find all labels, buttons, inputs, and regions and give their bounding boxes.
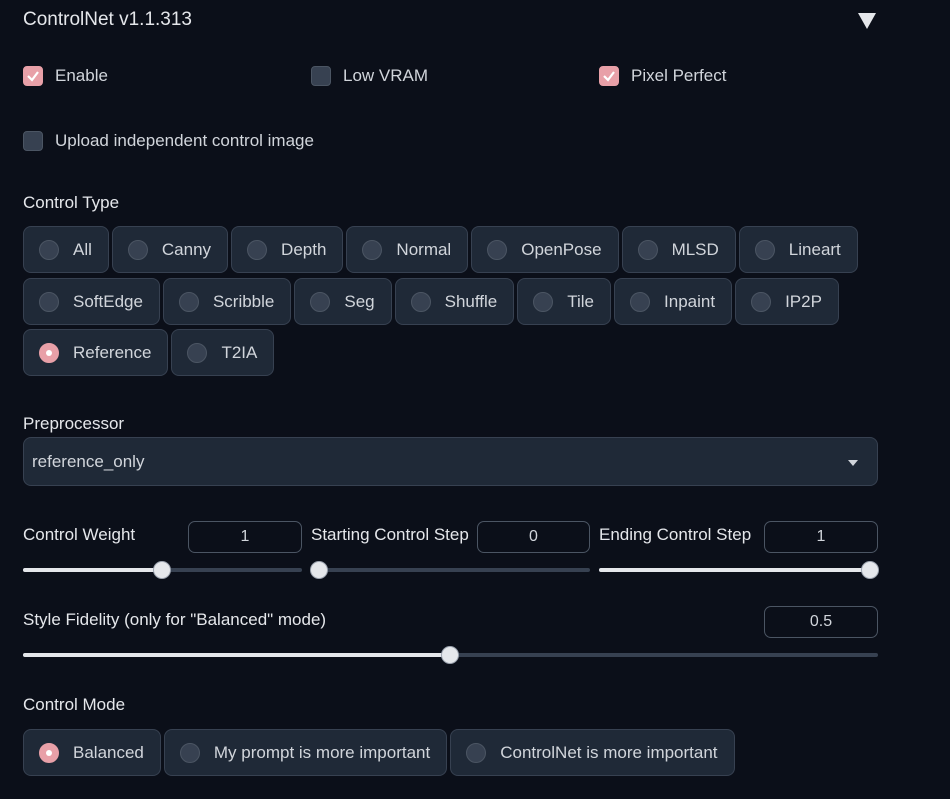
low-vram-checkbox[interactable]	[311, 66, 331, 86]
radio-icon	[362, 239, 383, 260]
radio-icon	[178, 291, 199, 312]
radio-icon	[39, 239, 59, 260]
radio-icon	[637, 239, 658, 260]
chevron-down-icon	[848, 460, 858, 466]
slider-fill	[23, 568, 162, 572]
control-type-option[interactable]: Lineart	[738, 226, 858, 273]
radio-icon	[179, 742, 200, 763]
radio-selected-icon	[39, 342, 59, 363]
radio-icon	[487, 239, 508, 260]
low-vram-label: Low VRAM	[343, 66, 429, 85]
radio-icon	[247, 239, 268, 260]
style-fidelity-input[interactable]: 0.5	[764, 606, 878, 638]
control-mode-option-selected[interactable]: Balanced	[23, 729, 161, 776]
radio-icon	[466, 742, 487, 763]
preprocessor-label: Preprocessor	[23, 414, 125, 433]
starting-step-label: Starting Control Step	[311, 525, 469, 544]
starting-step-slider[interactable]	[310, 561, 590, 579]
preprocessor-value: reference_only	[32, 451, 145, 471]
control-type-option[interactable]: Tile	[517, 278, 612, 325]
slider-thumb[interactable]	[861, 561, 879, 579]
control-weight-slider[interactable]	[23, 561, 302, 579]
pixel-perfect-label: Pixel Perfect	[631, 66, 727, 85]
style-fidelity-label: Style Fidelity (only for "Balanced" mode…	[23, 610, 327, 629]
control-type-row-3: Reference T2IA	[23, 329, 275, 376]
control-type-option[interactable]: Inpaint	[614, 278, 733, 325]
control-type-option[interactable]: OpenPose	[471, 226, 619, 273]
radio-icon	[187, 342, 208, 363]
radio-icon	[751, 291, 772, 312]
control-type-option[interactable]: Depth	[231, 226, 344, 273]
enable-label: Enable	[55, 66, 108, 85]
style-fidelity-slider[interactable]	[23, 646, 878, 664]
control-type-option[interactable]: Seg	[294, 278, 392, 325]
radio-icon	[533, 291, 554, 312]
radio-icon	[410, 291, 431, 312]
control-weight-input[interactable]: 1	[188, 521, 302, 553]
control-mode-label: Control Mode	[23, 695, 126, 714]
upload-independent-label: Upload independent control image	[55, 131, 314, 150]
triangle-down-icon[interactable]	[857, 12, 877, 30]
starting-step-input[interactable]: 0	[477, 521, 590, 553]
control-type-option[interactable]: T2IA	[171, 329, 275, 376]
radio-icon	[127, 239, 148, 260]
controlnet-panel: ControlNet v1.1.313 Enable Low VRAM Pixe…	[0, 0, 950, 799]
enable-checkbox-row[interactable]: Enable	[23, 64, 108, 88]
slider-fill	[599, 568, 870, 572]
preprocessor-dropdown[interactable]: reference_only	[23, 437, 878, 486]
panel-title[interactable]: ControlNet v1.1.313	[23, 9, 192, 31]
radio-icon	[754, 239, 775, 260]
pixel-perfect-checkbox-row[interactable]: Pixel Perfect	[599, 64, 726, 88]
radio-icon	[630, 291, 651, 312]
upload-independent-checkbox[interactable]	[23, 131, 43, 151]
ending-step-input[interactable]: 1	[764, 521, 878, 553]
control-mode-option[interactable]: ControlNet is more important	[450, 729, 735, 776]
radio-selected-icon	[39, 742, 59, 763]
control-type-option[interactable]: Canny	[111, 226, 229, 273]
radio-icon	[310, 291, 331, 312]
checkmark-icon	[27, 71, 39, 82]
control-type-option[interactable]: Normal	[346, 226, 469, 273]
control-type-option[interactable]: MLSD	[621, 226, 736, 273]
low-vram-checkbox-row[interactable]: Low VRAM	[311, 64, 428, 88]
control-type-option[interactable]: Scribble	[162, 278, 292, 325]
control-type-option[interactable]: Shuffle	[394, 278, 515, 325]
control-type-option[interactable]: IP2P	[735, 278, 839, 325]
enable-checkbox[interactable]	[23, 66, 43, 86]
radio-icon	[39, 291, 59, 312]
slider-fill	[23, 653, 450, 657]
slider-thumb[interactable]	[153, 561, 171, 579]
control-type-row-1: All Canny Depth Normal OpenPose MLSD Lin…	[23, 226, 858, 273]
slider-thumb[interactable]	[310, 561, 328, 579]
control-type-option[interactable]: SoftEdge	[23, 278, 160, 325]
pixel-perfect-checkbox[interactable]	[599, 66, 619, 86]
control-type-option-selected[interactable]: Reference	[23, 329, 169, 376]
control-type-label: Control Type	[23, 193, 120, 212]
control-type-row-2: SoftEdge Scribble Seg Shuffle Tile Inpai…	[23, 278, 839, 325]
checkmark-icon	[603, 71, 615, 82]
ending-step-label: Ending Control Step	[599, 525, 752, 544]
ending-step-slider[interactable]	[599, 561, 879, 579]
slider-thumb[interactable]	[441, 646, 459, 664]
control-type-option[interactable]: All	[23, 226, 109, 273]
upload-independent-checkbox-row[interactable]: Upload independent control image	[23, 129, 314, 153]
control-weight-label: Control Weight	[23, 525, 136, 544]
control-mode-option[interactable]: My prompt is more important	[163, 729, 448, 776]
control-mode-options: Balanced My prompt is more important Con…	[23, 729, 735, 776]
